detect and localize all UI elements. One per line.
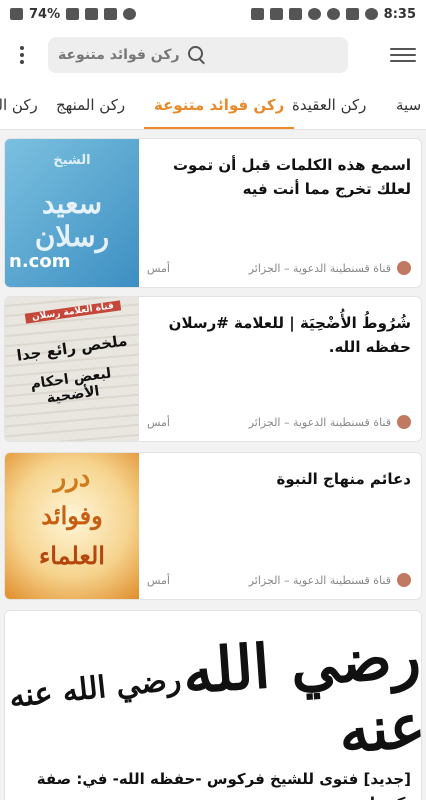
article-title[interactable]: [جديد] فتوى للشيخ فركوس -حفظه الله- في: … (13, 767, 411, 800)
article-card[interactable]: رضي الله عنه رضي الله عنه [جديد] فتوى لل… (4, 610, 422, 800)
article-title[interactable]: شُرُوطُ الأُضْحِيَة | للعلامة #رسلان حفظ… (147, 311, 411, 359)
translate-icon (269, 8, 283, 20)
article-time: أمس (147, 261, 170, 275)
article-meta: قناة قسنطينة الدعوية – الجزائر أمس (147, 415, 411, 429)
more-options-icon[interactable] (10, 40, 34, 70)
article-card[interactable]: الشيخ سعيد رسلان n.com اسمع هذه الكلمات … (4, 138, 422, 288)
channel-avatar-icon (397, 415, 411, 429)
article-source: قناة قسنطينة الدعوية – الجزائر (248, 415, 391, 429)
battery-icon (10, 8, 23, 20)
tab-partial-right[interactable]: سية (396, 82, 421, 129)
channel-avatar-icon (397, 573, 411, 587)
notification-icon (345, 8, 359, 20)
settings-icon (307, 8, 321, 20)
alarm-icon (123, 8, 137, 20)
article-time: أمس (147, 573, 170, 587)
app-bar: ركن فوائد متنوعة (0, 28, 426, 82)
article-feed: الشيخ سعيد رسلان n.com اسمع هذه الكلمات … (0, 130, 426, 800)
article-image: رضي الله عنه رضي الله عنه (5, 611, 421, 771)
article-card[interactable]: قناة العلامة رسلان ملخص رائع جدا لبعض اح… (4, 296, 422, 442)
search-bar[interactable]: ركن فوائد متنوعة (48, 37, 348, 73)
article-meta: قناة قسنطينة الدعوية – الجزائر أمس (147, 573, 411, 587)
battery-level: 74% (29, 6, 61, 22)
clock: 8:35 (383, 6, 416, 22)
search-input[interactable]: ركن فوائد متنوعة (58, 47, 180, 63)
menu-icon[interactable] (390, 48, 416, 62)
article-thumbnail: قناة العلامة رسلان ملخص رائع جدا لبعض اح… (5, 297, 139, 441)
article-thumbnail: الشيخ سعيد رسلان n.com (5, 139, 139, 287)
signal-4g-icon (66, 8, 80, 20)
twitter-icon (288, 8, 302, 20)
tab-fawaid[interactable]: ركن فوائد متنوعة (144, 82, 295, 129)
mute-icon (104, 8, 118, 20)
tab-manhaj[interactable]: ركن المنهج (56, 82, 125, 129)
messenger-icon (326, 8, 340, 20)
photo-icon (250, 8, 264, 20)
tab-aqeedah[interactable]: ركن العقيدة (292, 82, 366, 129)
channel-avatar-icon (397, 261, 411, 275)
article-meta: قناة قسنطينة الدعوية – الجزائر أمس (147, 261, 411, 275)
article-source: قناة قسنطينة الدعوية – الجزائر (248, 573, 391, 587)
article-thumbnail: درر وفوائد العلماء (5, 453, 139, 599)
article-title[interactable]: دعائم منهاج النبوة (147, 467, 411, 491)
category-tabs: ركن الـ ركن المنهج ركن فوائد متنوعة ركن … (0, 82, 426, 130)
article-title[interactable]: اسمع هذه الكلمات قبل أن تموت لعلك تخرج م… (147, 153, 411, 201)
search-icon[interactable] (187, 46, 206, 64)
wifi-icon (85, 8, 99, 20)
article-source: قناة قسنطينة الدعوية – الجزائر (248, 261, 391, 275)
status-bar: 74% 8:35 (0, 0, 426, 28)
facebook-icon (364, 8, 378, 20)
article-time: أمس (147, 415, 170, 429)
tab-partial-left[interactable]: ركن الـ (0, 82, 38, 129)
article-card[interactable]: درر وفوائد العلماء دعائم منهاج النبوة قن… (4, 452, 422, 600)
